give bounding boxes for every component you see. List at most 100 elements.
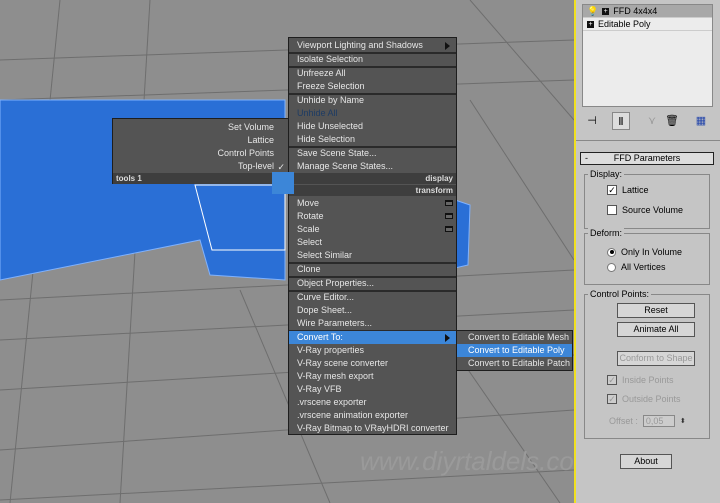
only-in-volume-radio[interactable]: Only In Volume <box>607 247 682 257</box>
menu-item-convert-to[interactable]: Convert To: <box>289 331 456 344</box>
radio-unselected[interactable] <box>607 262 616 272</box>
animate-all-button[interactable]: Animate All <box>617 322 695 337</box>
menu-item-convert-editable-poly[interactable]: Convert to Editable Poly <box>457 344 572 357</box>
menu-item-label: Select <box>297 237 323 247</box>
menu-item-label: V-Ray scene converter <box>297 358 389 368</box>
offset-spinner: Offset : 0,05 ⬍ <box>609 415 686 427</box>
menu-item-convert-editable-mesh[interactable]: Convert to Editable Mesh <box>457 331 572 344</box>
expand-icon[interactable]: + <box>587 20 594 28</box>
quad-menu-tools1: Set Volume Lattice Control Points Top-le… <box>112 118 289 184</box>
menu-item-dope-sheet[interactable]: Dope Sheet... <box>289 304 456 317</box>
conform-to-shape-button: Conform to Shape <box>617 351 695 366</box>
rollout-ffd-parameters[interactable]: - FFD Parameters <box>580 152 714 165</box>
menu-item-manage-scene-states[interactable]: Manage Scene States... <box>289 160 456 173</box>
menu-item-v-ray-vfb[interactable]: V-Ray VFB <box>289 383 456 396</box>
checkbox-unchecked[interactable] <box>607 205 617 215</box>
menu-item-label: V-Ray Bitmap to VRayHDRI converter <box>297 423 449 433</box>
convert-to-submenu: Convert to Editable Mesh Convert to Edit… <box>456 330 573 371</box>
menu-item-wire-parameters[interactable]: Wire Parameters... <box>289 317 456 330</box>
expand-icon[interactable]: + <box>602 7 610 15</box>
about-button[interactable]: About <box>620 454 672 469</box>
menu-item-unfreeze-all[interactable]: Unfreeze All <box>289 67 456 80</box>
offset-label: Offset : <box>609 416 638 426</box>
inside-points-checkbox: ✓ Inside Points <box>607 375 674 385</box>
collapse-icon: - <box>585 153 588 163</box>
menu-item-lattice[interactable]: Lattice <box>113 134 288 147</box>
quad-label-tools1: tools 1 <box>113 173 288 184</box>
menu-item-label: Select Similar <box>297 250 353 260</box>
group-deform: Deform: Only In Volume All Vertices <box>584 228 710 285</box>
menu-item-label: Top-level <box>237 161 274 171</box>
submenu-arrow-icon <box>445 334 450 342</box>
source-volume-checkbox[interactable]: Source Volume <box>607 205 683 215</box>
menu-item-move[interactable]: Move <box>289 197 456 210</box>
checkbox-checked[interactable]: ✓ <box>607 185 617 195</box>
menu-item-top-level[interactable]: Top-level <box>113 160 288 173</box>
menu-item-rotate[interactable]: Rotate <box>289 210 456 223</box>
radio-selected[interactable] <box>607 247 616 257</box>
menu-item-label: Viewport Lighting and Shadows <box>297 40 423 50</box>
checkbox-label: Outside Points <box>622 394 681 404</box>
menu-item-label: Dope Sheet... <box>297 305 353 315</box>
menu-item-set-volume[interactable]: Set Volume <box>113 121 288 134</box>
menu-item-vrscene-animation-exporter[interactable]: .vrscene animation exporter <box>289 409 456 422</box>
show-end-result-icon[interactable]: Ⅱ <box>612 112 630 130</box>
watermark: www.diyrtaldels.com <box>360 446 574 476</box>
checkbox-label: Source Volume <box>622 205 684 215</box>
all-vertices-radio[interactable]: All Vertices <box>607 262 666 272</box>
remove-modifier-icon[interactable]: 🗑 <box>664 112 680 130</box>
radio-label: All Vertices <box>621 262 666 272</box>
options-dialog-icon[interactable] <box>445 226 453 232</box>
checkbox-label: Lattice <box>622 185 649 195</box>
menu-item-save-scene-state[interactable]: Save Scene State... <box>289 147 456 160</box>
modifier-stack[interactable]: 💡 + FFD 4x4x4 + Editable Poly <box>582 4 713 107</box>
menu-item-isolate-selection[interactable]: Isolate Selection <box>289 53 456 66</box>
configure-modifier-sets-icon[interactable]: ▦ <box>692 112 710 130</box>
menu-item-label: Clone <box>297 264 321 274</box>
menu-item-curve-editor[interactable]: Curve Editor... <box>289 291 456 304</box>
quad-label-transform: transform <box>289 185 456 196</box>
reset-button[interactable]: Reset <box>617 303 695 318</box>
menu-item-label: V-Ray mesh export <box>297 371 374 381</box>
menu-item-label: V-Ray VFB <box>297 384 342 394</box>
pin-stack-icon[interactable]: ⊣ <box>584 112 600 130</box>
menu-item-label: Rotate <box>297 211 324 221</box>
checkbox-checked: ✓ <box>607 394 617 404</box>
lattice-checkbox[interactable]: ✓ Lattice <box>607 185 649 195</box>
checkbox-checked: ✓ <box>607 375 617 385</box>
menu-item-hide-unselected[interactable]: Hide Unselected <box>289 120 456 133</box>
lightbulb-icon[interactable]: 💡 <box>587 5 598 18</box>
stack-item-label: FFD 4x4x4 <box>613 5 658 16</box>
outside-points-checkbox: ✓ Outside Points <box>607 394 681 404</box>
menu-item-unhide-by-name[interactable]: Unhide by Name <box>289 94 456 107</box>
menu-item-vrscene-exporter[interactable]: .vrscene exporter <box>289 396 456 409</box>
stack-item-ffd[interactable]: 💡 + FFD 4x4x4 <box>583 5 712 18</box>
menu-item-control-points[interactable]: Control Points <box>113 147 288 160</box>
menu-item-freeze-selection[interactable]: Freeze Selection <box>289 80 456 93</box>
menu-item-select-similar[interactable]: Select Similar <box>289 249 456 262</box>
menu-item-clone[interactable]: Clone <box>289 263 456 276</box>
options-dialog-icon[interactable] <box>445 200 453 206</box>
menu-item-v-ray-properties[interactable]: V-Ray properties <box>289 344 456 357</box>
menu-item-label: Wire Parameters... <box>297 318 373 328</box>
menu-item-viewport-lighting[interactable]: Viewport Lighting and Shadows <box>289 39 456 52</box>
stack-item-editable-poly[interactable]: + Editable Poly <box>583 18 712 31</box>
menu-item-hide-selection[interactable]: Hide Selection <box>289 133 456 146</box>
stack-item-label: Editable Poly <box>598 18 651 29</box>
options-dialog-icon[interactable] <box>445 213 453 219</box>
group-display: Display: ✓ Lattice Source Volume <box>584 169 710 229</box>
menu-item-label: .vrscene animation exporter <box>297 410 409 420</box>
menu-item-convert-editable-patch[interactable]: Convert to Editable Patch <box>457 357 572 370</box>
make-unique-icon[interactable]: ⋎ <box>644 112 660 130</box>
menu-item-object-properties[interactable]: Object Properties... <box>289 277 456 290</box>
menu-item-label: Move <box>297 198 320 208</box>
menu-item-select[interactable]: Select <box>289 236 456 249</box>
menu-item-v-ray-mesh-export[interactable]: V-Ray mesh export <box>289 370 456 383</box>
menu-item-scale[interactable]: Scale <box>289 223 456 236</box>
viewport[interactable]: www.diyrtaldels.com <box>0 0 574 503</box>
menu-item-v-ray-scene-converter[interactable]: V-Ray scene converter <box>289 357 456 370</box>
group-label: Deform: <box>588 228 625 238</box>
viewport-scene: www.diyrtaldels.com <box>0 0 574 503</box>
menu-item-v-ray-bitmap-to-vrayhdri-converter[interactable]: V-Ray Bitmap to VRayHDRI converter <box>289 422 456 435</box>
quad-center-indicator <box>272 172 294 194</box>
